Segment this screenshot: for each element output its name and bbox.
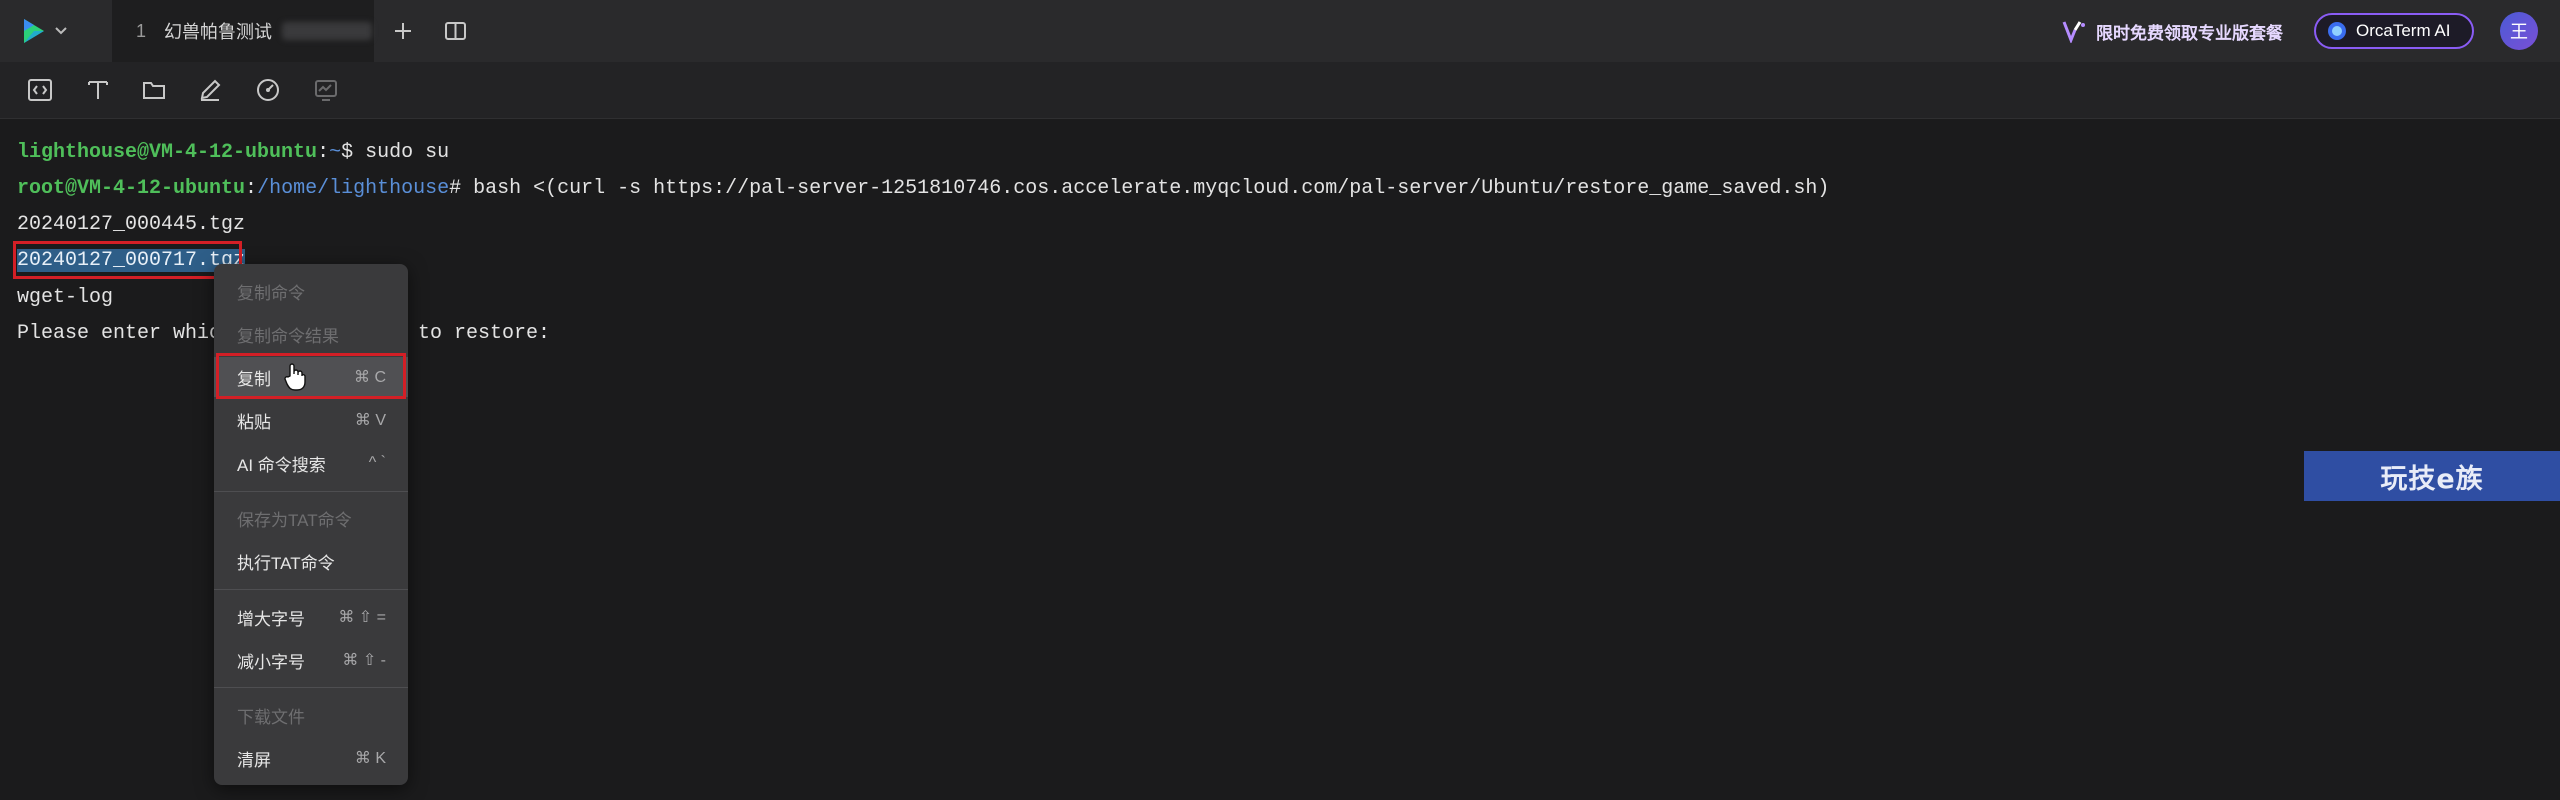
menu-item-label: 粘贴: [237, 412, 271, 432]
edit-icon: [200, 79, 221, 101]
terminal-line: wget-log: [17, 286, 114, 309]
menu-item-paste[interactable]: 粘贴 ⌘ V: [214, 400, 408, 440]
menu-item-label: 复制命令: [237, 283, 305, 303]
menu-item-shortcut: ^ `: [368, 454, 386, 471]
plus-icon: [395, 23, 411, 39]
terminal-toolbar: [0, 62, 2560, 119]
tab-title-redacted: [282, 22, 373, 40]
terminal-line: 20240127_000445.tgz: [17, 213, 246, 236]
prompt-symbol: $: [341, 141, 366, 164]
code-button[interactable]: [26, 76, 54, 104]
terminal-line: lighthouse@VM-4-12-ubuntu:~$ sudo su: [17, 141, 449, 164]
tab-bar: 1 幻兽帕鲁测试 限时免费领取专业版套餐 OrcaTerm AI 王: [0, 0, 2560, 62]
promo-text: 限时免费领取专业版套餐: [2096, 23, 2283, 43]
split-view-button[interactable]: [440, 16, 470, 46]
app-menu-button[interactable]: [20, 14, 80, 48]
selection-highlight-box: [13, 241, 242, 279]
menu-item-copy-command: 复制命令: [214, 271, 408, 311]
text-icon: [88, 81, 108, 99]
menu-divider: [214, 491, 408, 492]
menu-item-decrease-font[interactable]: 减小字号 ⌘ ⇧ -: [214, 640, 408, 680]
tab-session[interactable]: 1 幻兽帕鲁测试: [112, 0, 374, 62]
prompt-symbol: #: [449, 177, 474, 200]
performance-button[interactable]: [312, 76, 340, 104]
prompt-user: lighthouse@VM-4-12-ubuntu: [17, 141, 318, 164]
tab-title: 幻兽帕鲁测试: [164, 22, 273, 42]
menu-item-increase-font[interactable]: 增大字号 ⌘ ⇧ =: [214, 597, 408, 637]
context-menu: 复制命令 复制命令结果 复制 ⌘ C 粘贴 ⌘ V AI 命令搜索 ^ ` 保存为TA…: [214, 264, 408, 785]
line-text-end: to restore:: [418, 322, 551, 345]
prompt-separator: :: [317, 141, 330, 164]
orcaterm-ai-label: OrcaTerm AI: [2356, 21, 2451, 40]
text-button[interactable]: [84, 76, 112, 104]
menu-item-label: 清屏: [237, 750, 271, 770]
watermark-text: 玩技e族: [2380, 463, 2484, 495]
copy-highlight-box: [216, 353, 406, 399]
promo-link[interactable]: 限时免费领取专业版套餐: [2062, 18, 2283, 44]
pro-badge-icon: [2062, 21, 2085, 43]
menu-item-label: 增大字号: [237, 609, 305, 629]
prompt-separator: :: [245, 177, 258, 200]
prompt-path: ~: [329, 141, 342, 164]
menu-item-copy-command-result: 复制命令结果: [214, 314, 408, 354]
folder-icon: [143, 82, 165, 99]
terminal-line: root@VM-4-12-ubuntu:/home/lighthouse# ba…: [17, 177, 1829, 200]
new-tab-button[interactable]: [388, 16, 418, 46]
command-text: bash <(curl -s https://pal-server-125181…: [473, 177, 1830, 200]
hand-cursor-icon: [284, 363, 306, 391]
menu-item-ai-command-search[interactable]: AI 命令搜索 ^ `: [214, 443, 408, 483]
gauge-icon: [257, 79, 279, 101]
orcaterm-ai-button[interactable]: OrcaTerm AI: [2314, 13, 2474, 49]
prompt-path: /home/lighthouse: [257, 177, 450, 200]
menu-item-label: AI 命令搜索: [237, 455, 326, 475]
menu-item-shortcut: ⌘ V: [354, 412, 386, 429]
command-text: sudo su: [365, 141, 450, 164]
monitor-gauge-button[interactable]: [254, 76, 282, 104]
edit-button[interactable]: [196, 76, 224, 104]
orcaterm-logo-icon: [24, 19, 44, 43]
tab-number: 1: [136, 20, 147, 41]
menu-item-download-file: 下载文件: [214, 695, 408, 735]
menu-item-label: 复制命令结果: [237, 326, 339, 346]
code-icon: [28, 79, 52, 101]
menu-item-label: 执行TAT命令: [237, 553, 335, 573]
menu-item-run-tat-command[interactable]: 执行TAT命令: [214, 541, 408, 581]
user-avatar[interactable]: 王: [2500, 12, 2538, 50]
prompt-user: root@VM-4-12-ubuntu: [17, 177, 246, 200]
chevron-down-icon: [55, 27, 67, 35]
menu-divider: [214, 687, 408, 688]
menu-item-shortcut: ⌘ ⇧ -: [342, 652, 386, 669]
menu-item-shortcut: ⌘ K: [354, 750, 386, 767]
split-panel-icon: [445, 22, 466, 40]
menu-item-clear-screen[interactable]: 清屏 ⌘ K: [214, 738, 408, 778]
ai-orb-icon: [2328, 22, 2346, 40]
line-text-start: Please enter which: [17, 322, 234, 345]
file-manager-button[interactable]: [140, 76, 168, 104]
menu-item-label: 保存为TAT命令: [237, 510, 352, 530]
menu-item-label: 减小字号: [237, 652, 305, 672]
watermark-logo: 玩技e族: [2304, 451, 2560, 501]
menu-item-shortcut: ⌘ ⇧ =: [338, 609, 386, 626]
monitor-icon: [315, 80, 337, 101]
menu-item-save-tat-command: 保存为TAT命令: [214, 498, 408, 538]
menu-divider: [214, 589, 408, 590]
terminal-line: Please enter which to restore:: [17, 322, 550, 345]
menu-item-label: 下载文件: [237, 707, 305, 727]
